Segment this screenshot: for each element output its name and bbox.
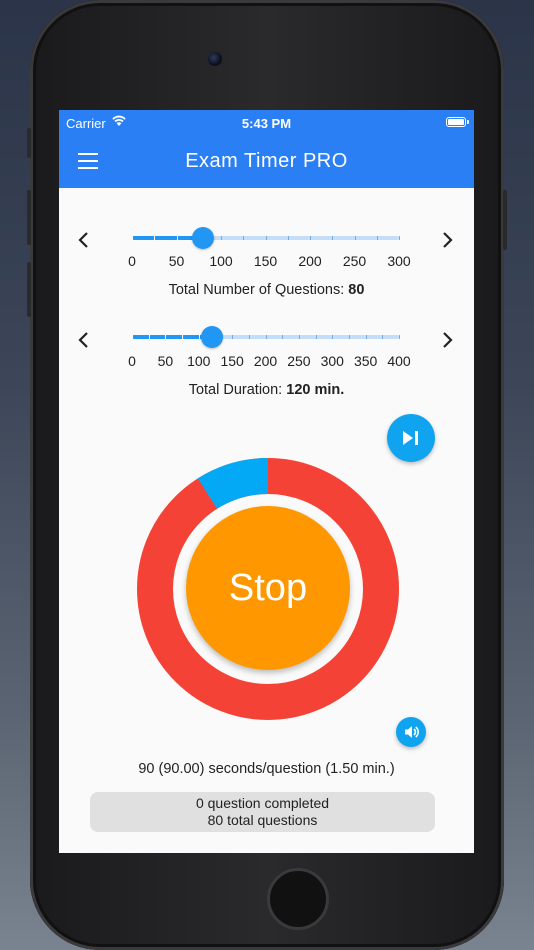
slider-tick	[182, 335, 184, 339]
status-bar: Carrier 5:43 PM	[59, 110, 474, 136]
slider-tick	[382, 335, 384, 339]
page-title: Exam Timer PRO	[185, 150, 348, 172]
slider-tick-label: 50	[168, 253, 185, 269]
questions-completed-text: 0 question completed	[195, 795, 330, 811]
questions-caption-value: 80	[348, 282, 365, 298]
sound-button[interactable]	[396, 717, 426, 747]
slider-tick	[148, 335, 150, 339]
slider-tick	[176, 236, 178, 240]
questions-next-chevron-right-icon[interactable]	[435, 228, 459, 252]
home-button[interactable]	[267, 868, 329, 930]
duration-slider-thumb[interactable]	[201, 326, 224, 348]
slider-tick	[265, 335, 267, 339]
slider-tick	[221, 236, 222, 240]
questions-prev-chevron-left-icon[interactable]	[72, 228, 96, 252]
slider-tick-label: 200	[298, 253, 322, 269]
battery-icon	[446, 117, 469, 127]
questions-caption-label: Total Number of Questions:	[168, 282, 345, 298]
slider-tick-label: 100	[209, 253, 233, 269]
slider-tick-label: 150	[253, 253, 278, 269]
questions-caption: Total Number of Questions: 80	[59, 282, 474, 298]
skip-next-button[interactable]	[387, 414, 435, 462]
mute-switch	[27, 128, 31, 158]
volume-down-button	[27, 262, 31, 317]
volume-icon	[405, 726, 419, 738]
progress-summary: 0 question completed 80 total questions	[90, 792, 435, 832]
duration-tick-labels: 0 50 100 150 200 250 300 350 400	[128, 353, 411, 371]
seconds-per-question-text: 90 (90.00) seconds/question (1.50 min.)	[138, 761, 395, 777]
questions-tick-labels: 0 50 100 150 200 250 300	[128, 253, 411, 271]
slider-tick	[287, 236, 289, 240]
slider-tick-label: 300	[387, 253, 411, 269]
slider-tick-label: 250	[342, 253, 367, 269]
slider-tick	[399, 335, 400, 339]
slider-tick	[376, 236, 378, 240]
slider-tick	[332, 236, 334, 240]
slider-tick	[248, 335, 250, 339]
duration-slider-fill	[132, 335, 213, 339]
slider-tick	[165, 335, 167, 339]
front-camera	[208, 52, 222, 66]
total-questions-text: 80 total questions	[207, 812, 318, 828]
slider-tick-label: 400	[387, 353, 411, 369]
slider-tick	[198, 335, 200, 339]
slider-tick	[232, 335, 234, 339]
slider-tick	[132, 236, 133, 240]
slider-tick	[315, 335, 317, 339]
timer-ring-elapsed	[197, 458, 269, 510]
duration-slider[interactable]	[132, 325, 400, 355]
slider-tick	[282, 335, 284, 339]
duration-caption-label: Total Duration:	[188, 382, 283, 398]
slider-tick	[348, 335, 350, 339]
duration-prev-chevron-left-icon[interactable]	[72, 328, 96, 352]
slider-tick	[243, 236, 245, 240]
slider-tick	[265, 236, 267, 240]
slider-tick	[132, 335, 133, 339]
slider-tick	[399, 236, 400, 240]
app-bar: Exam Timer PRO	[59, 136, 474, 188]
app-screen: Carrier 5:43 PM Exam Timer PRO 0 50 100 150…	[59, 110, 474, 853]
skip-next-icon	[403, 431, 418, 445]
questions-slider-thumb[interactable]	[192, 227, 215, 249]
power-button	[503, 190, 507, 250]
slider-tick	[298, 335, 300, 339]
status-time: 5:43 PM	[241, 116, 292, 131]
slider-tick	[310, 236, 311, 240]
duration-caption-value: 120 min.	[286, 382, 345, 398]
volume-up-button	[27, 190, 31, 245]
slider-tick-label: 0	[128, 253, 136, 269]
slider-tick	[154, 236, 156, 240]
duration-caption: Total Duration: 120 min.	[59, 382, 474, 398]
slider-tick	[332, 335, 334, 339]
slider-tick	[365, 335, 367, 339]
duration-next-chevron-right-icon[interactable]	[435, 328, 459, 352]
stop-button[interactable]: Stop	[186, 506, 350, 670]
questions-slider[interactable]	[132, 226, 400, 256]
slider-tick	[354, 236, 356, 240]
